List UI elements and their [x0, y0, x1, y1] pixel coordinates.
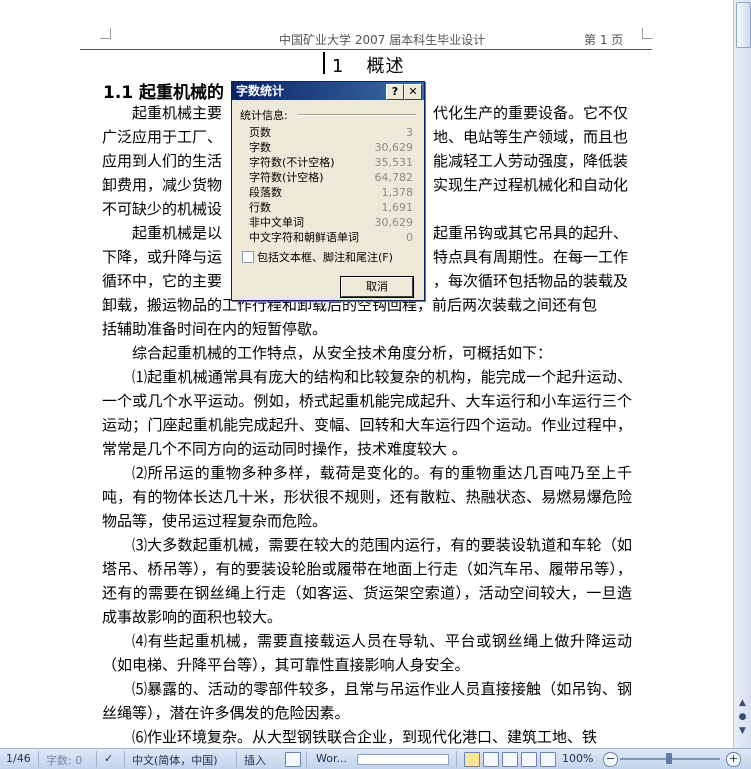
paragraph-text: ⑹作业环境复杂。从大型钢铁联合企业，到现代化港口、建筑工地、铁 — [132, 728, 598, 746]
text-fragment: 起重吊钩或其它吊具的起升、 — [432, 224, 628, 242]
stat-row-chars-no-spaces: 字符数(不计空格) 35,531 — [249, 155, 417, 170]
text-fragment: 应用到人们的生活 — [102, 152, 223, 170]
paragraph-text: ⑷有些起重机械，需要直接载运人员在导轨、平台或钢丝绳上做升降运动（如电梯、升降平… — [102, 632, 632, 674]
paragraph-text: 综合起重机械的工作特点，从安全技术角度分析，可概括如下： — [132, 344, 553, 362]
group-divider — [298, 114, 416, 116]
stat-value: 0 — [406, 231, 413, 244]
text-fragment: 代化生产的重要设备。它不仅 — [432, 104, 628, 122]
chapter-heading[interactable]: 1 概述 — [332, 52, 404, 78]
word-count-indicator[interactable]: 字数: 0 — [46, 752, 82, 768]
section-heading[interactable]: 1.1 起重机械的 — [103, 78, 224, 103]
stat-value: 30,629 — [374, 216, 414, 229]
print-layout-icon[interactable] — [464, 752, 480, 767]
close-icon[interactable]: ✕ — [404, 84, 422, 100]
stat-value: 30,629 — [374, 141, 414, 154]
vertical-scrollbar[interactable]: ▲ ● ▼ — [733, 0, 751, 748]
text-fragment: 能减轻工人劳动强度，降低装 — [432, 152, 628, 170]
zoom-slider-knob[interactable] — [666, 753, 672, 764]
text-fragment: 起重机械是以 — [132, 224, 223, 242]
previous-page-icon[interactable]: ▲ — [737, 698, 748, 709]
stat-value: 1,691 — [381, 201, 414, 214]
full-screen-icon[interactable] — [483, 752, 499, 767]
stat-row-chars-with-spaces: 字符数(计空格) 64,782 — [249, 170, 417, 185]
stat-row-pages: 页数 3 — [249, 125, 417, 140]
text-fragment: 广泛应用于工厂、 — [102, 128, 223, 146]
stat-label: 字符数(不计空格) — [249, 156, 335, 169]
text-fragment: 循环中，它的主要 — [102, 272, 223, 290]
header-rule — [80, 49, 652, 50]
stat-row-chinese-korean: 中文字符和朝鲜语单词 0 — [249, 230, 417, 245]
stat-value: 64,782 — [374, 171, 414, 184]
draft-icon[interactable] — [540, 752, 556, 767]
stat-label: 中文字符和朝鲜语单词 — [249, 231, 359, 244]
paragraph-text: ⑴起重机械通常具有庞大的结构和比较复杂的机构，能完成一个起升运动、一个或几个水平… — [102, 368, 632, 458]
text-fragment: 卸费用，减少货物 — [102, 176, 223, 194]
paragraph-3[interactable]: 综合起重机械的工作特点，从安全技术角度分析，可概括如下： — [102, 341, 632, 365]
include-textboxes-checkbox[interactable] — [242, 251, 254, 263]
chapter-number: 1 — [332, 56, 345, 77]
insert-mode-indicator[interactable]: 插入 — [244, 752, 266, 768]
text-fragment: ，每次循环包括物品的装载及 — [432, 272, 628, 290]
stat-row-words: 字数 30,629 — [249, 140, 417, 155]
zoom-out-button[interactable]: − — [603, 752, 618, 767]
page-header-number: 第 1 页 — [584, 33, 624, 47]
spelling-icon[interactable]: ✓ — [104, 752, 113, 765]
paragraph-7[interactable]: ⑷有些起重机械，需要直接载运人员在导轨、平台或钢丝绳上做升降运动（如电梯、升降平… — [102, 629, 632, 677]
zoom-level[interactable]: 100% — [562, 752, 593, 765]
text-cursor — [323, 52, 325, 74]
page-header-title: 中国矿业大学 2007 届本科生毕业设计 — [279, 33, 486, 47]
zoom-in-button[interactable]: + — [726, 752, 741, 767]
text-fragment: 特点具有周期性。在每一工作 — [432, 248, 628, 266]
text-fragment: 下降，或升降与运 — [102, 248, 223, 266]
chapter-title: 概述 — [366, 56, 405, 77]
next-page-icon[interactable]: ▼ — [737, 726, 748, 737]
margin-corner-mark — [100, 28, 111, 39]
stat-row-non-chinese-words: 非中文单词 30,629 — [249, 215, 417, 230]
stat-label: 字符数(计空格) — [249, 171, 324, 184]
text-fragment: 实现生产过程机械化和自动化 — [432, 176, 628, 194]
paragraph-text: ⑸暴露的、活动的零部件较多，且常与吊运作业人员直接接触（如吊钩、钢丝绳等），潜在… — [102, 680, 632, 722]
macro-icon[interactable] — [285, 752, 301, 767]
stat-label: 行数 — [249, 201, 271, 214]
task-indicator: Wor... — [316, 752, 347, 765]
status-bar: 1/46 字数: 0 ✓ 中文(简体，中国) 插入 Wor... 100% − … — [0, 748, 751, 769]
paragraph-5[interactable]: ⑵所吊运的重物多种多样，载荷是变化的。有的重物重达几百吨乃至上千吨，有的物体长达… — [102, 461, 632, 533]
paragraph-9[interactable]: ⑹作业环境复杂。从大型钢铁联合企业，到现代化港口、建筑工地、铁 — [102, 725, 632, 748]
stat-row-lines: 行数 1,691 — [249, 200, 417, 215]
stat-value: 1,378 — [381, 186, 414, 199]
margin-corner-mark — [642, 28, 653, 39]
browse-object-icon[interactable]: ● — [737, 712, 748, 723]
include-textboxes-label[interactable]: 包括文本框、脚注和尾注(F) — [257, 249, 393, 265]
text-fragment: 不可缺少的机械设 — [102, 200, 223, 218]
stat-label: 页数 — [249, 126, 271, 139]
language-indicator[interactable]: 中文(简体，中国) — [132, 752, 218, 768]
stat-row-paragraphs: 段落数 1,378 — [249, 185, 417, 200]
stat-label: 段落数 — [249, 186, 282, 199]
stat-label: 字数 — [249, 141, 271, 154]
paragraph-8[interactable]: ⑸暴露的、活动的零部件较多，且常与吊运作业人员直接接触（如吊钩、钢丝绳等），潜在… — [102, 677, 632, 725]
paragraph-4[interactable]: ⑴起重机械通常具有庞大的结构和比较复杂的机构，能完成一个起升运动、一个或几个水平… — [102, 365, 632, 461]
web-layout-icon[interactable] — [502, 752, 518, 767]
dialog-title: 字数统计 — [236, 84, 285, 98]
outline-icon[interactable] — [521, 752, 537, 767]
text-fragment: 起重机械主要 — [132, 104, 223, 122]
dialog-titlebar[interactable]: 字数统计 ? ✕ — [232, 82, 424, 100]
scrollbar-thumb[interactable] — [736, 2, 751, 48]
document-page[interactable]: 中国矿业大学 2007 届本科生毕业设计 第 1 页 1 概述 1.1 起重机械的… — [0, 0, 733, 748]
stat-label: 非中文单词 — [249, 216, 304, 229]
paragraph-6[interactable]: ⑶大多数起重机械，需要在较大的范围内运行，有的要装设轨道和车轮（如塔吊、桥吊等）… — [102, 533, 632, 629]
help-icon[interactable]: ? — [386, 84, 404, 100]
stat-value: 3 — [406, 126, 413, 139]
text-fragment: 括辅助准备时间在内的短暂停歇。 — [102, 320, 328, 338]
statistics-group-label: 统计信息: — [240, 109, 288, 122]
stat-value: 35,531 — [374, 156, 414, 169]
paragraph-text: ⑵所吊运的重物多种多样，载荷是变化的。有的重物重达几百吨乃至上千吨，有的物体长达… — [102, 464, 632, 530]
word-count-dialog[interactable]: 字数统计 ? ✕ 统计信息: 页数 3 字数 30,629 字符数(不计空格) 35,… — [231, 81, 425, 301]
cancel-button[interactable]: 取消 — [340, 276, 414, 298]
paragraph-text: ⑶大多数起重机械，需要在较大的范围内运行，有的要装设轨道和车轮（如塔吊、桥吊等）… — [102, 536, 632, 626]
text-fragment: 地、电站等生产领域，而且也 — [432, 128, 628, 146]
page-indicator[interactable]: 1/46 — [6, 752, 31, 765]
progress-bar — [357, 754, 449, 765]
